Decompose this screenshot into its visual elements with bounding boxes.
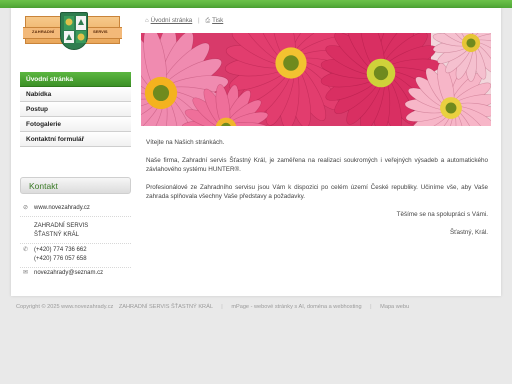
logo-shield-icon (60, 12, 88, 50)
contact-email-row: ✉ novezahrady@seznam.cz (20, 269, 131, 281)
contact-heading: Kontakt (20, 177, 131, 194)
phone-icon: ✆ (23, 247, 29, 253)
menu-item-home[interactable]: Úvodní stránka (20, 72, 131, 87)
footer-mpage-link[interactable]: mPage - webové stránky s AI, doména a we… (231, 304, 361, 310)
home-icon: ⌂ (145, 18, 149, 24)
email-link[interactable]: novezahrady@seznam.cz (34, 270, 103, 276)
menu-item-offer[interactable]: Nabídka (20, 87, 131, 102)
service-paragraph: Profesionálové ze Zahradního servisu jso… (146, 183, 488, 201)
top-links: ⌂ Úvodní stránka | ⎙ Tisk (145, 17, 223, 25)
footer-copyright: Copyright © 2025 www.novezahrady.cz (16, 304, 114, 310)
footer: Copyright © 2025 www.novezahrady.cz ZAHR… (16, 304, 409, 310)
globe-icon: ⊘ (23, 205, 29, 211)
menu-item-process[interactable]: Postup (20, 102, 131, 117)
closing-paragraph: Těšíme se na spolupráci s Vámi. (396, 210, 488, 218)
contact-website-row: ⊘ www.novezahrady.cz (20, 204, 131, 217)
footer-sitemap-link[interactable]: Mapa webu (380, 304, 409, 310)
footer-company-link[interactable]: ZAHRADNÍ SERVIS ŠŤASTNÝ KRÁL (119, 304, 213, 310)
company-name-line2: ŠŤASTNÝ KRÁL (34, 232, 80, 238)
home-link[interactable]: Úvodní stránka (151, 17, 193, 24)
logo-text-right: SERVIS (93, 29, 108, 34)
print-link[interactable]: Tisk (212, 17, 223, 24)
menu-item-gallery[interactable]: Fotogalerie (20, 117, 131, 132)
separator: | (221, 304, 223, 310)
contact-phone-row: ✆ (+420) 774 736 662 (+420) 776 057 658 (20, 246, 131, 268)
company-name-line1: ZAHRADNÍ SERVIS (34, 223, 89, 229)
email-icon: ✉ (23, 270, 29, 276)
signature-paragraph: Šťastný, Král. (449, 228, 488, 236)
phone-number-2[interactable]: (+420) 776 057 658 (34, 255, 131, 264)
main-menu: Úvodní stránka Nabídka Postup Fotogaleri… (20, 72, 131, 147)
welcome-paragraph: Vítejte na Našich stránkách. (146, 139, 225, 146)
main-content: Vítejte na Našich stránkách. Naše firma,… (146, 138, 488, 245)
flower-banner-image (141, 33, 491, 126)
separator: | (370, 304, 372, 310)
menu-item-contact-form[interactable]: Kontaktní formulář (20, 132, 131, 147)
website-link[interactable]: www.novezahrady.cz (34, 205, 90, 211)
separator: | (197, 17, 200, 24)
printer-icon: ⎙ (205, 18, 211, 24)
intro-paragraph: Naše firma, Zahradní servis Šťastný Král… (146, 156, 488, 174)
phone-number-1[interactable]: (+420) 774 736 662 (34, 246, 131, 255)
site-logo[interactable]: ZAHRADNÍ SERVIS (23, 12, 122, 50)
top-accent-bar (0, 0, 512, 8)
page-container: ZAHRADNÍ SERVIS ⌂ Úvodní stránka | ⎙ Tisk (11, 8, 501, 296)
logo-text-left: ZAHRADNÍ (32, 29, 55, 34)
contact-company-row: ZAHRADNÍ SERVIS ŠŤASTNÝ KRÁL (20, 222, 131, 244)
